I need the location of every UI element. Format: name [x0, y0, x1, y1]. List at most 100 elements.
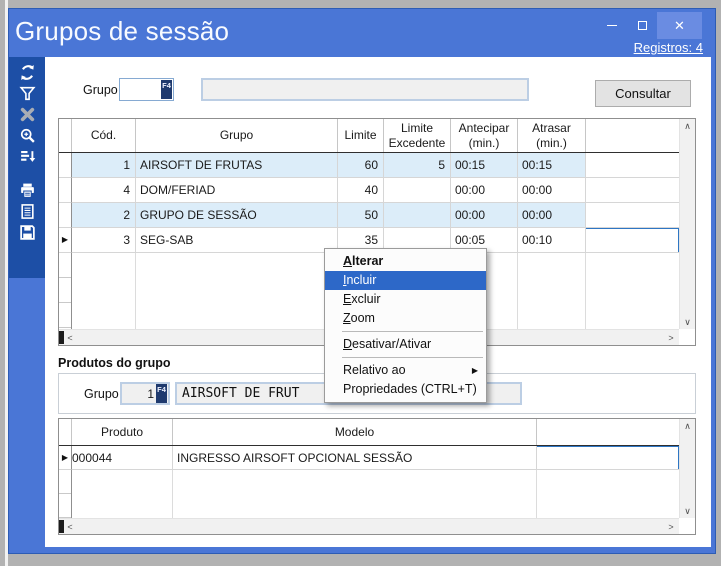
products-grupo-value: 1: [147, 387, 154, 401]
cell-antecipar: 00:00: [451, 178, 518, 203]
sidebar-filter-button[interactable]: [16, 83, 38, 104]
vertical-scrollbar[interactable]: ∧ ∨: [679, 119, 695, 329]
products-grid-header: Produto Modelo: [59, 419, 679, 446]
header-limite[interactable]: Limite: [338, 119, 384, 152]
menu-item-desativar-ativar[interactable]: Desativar/Ativar: [325, 335, 486, 354]
cell-limite: 60: [338, 153, 384, 178]
printer-icon: [19, 182, 36, 199]
sidebar-save-button[interactable]: [16, 222, 38, 243]
cell-limite: 40: [338, 178, 384, 203]
cell-grupo: GRUPO DE SESSÃO: [136, 203, 338, 228]
horizontal-scrollbar[interactable]: < >: [59, 518, 679, 534]
menu-separator: [342, 357, 483, 358]
grupo-label: Grupo: [83, 83, 118, 97]
grupo-name-field: [201, 78, 529, 101]
products-section-title: Produtos do grupo: [58, 356, 170, 370]
row-indicator-cell: [59, 153, 72, 178]
cell-atrasar: 00:00: [518, 178, 586, 203]
maximize-icon: [638, 21, 647, 30]
table-row[interactable]: 4 DOM/FERIAD 40 00:00 00:00: [59, 178, 679, 203]
header-gutter-cell: [59, 119, 72, 152]
f4-lookup-badge[interactable]: F4: [161, 80, 172, 99]
sidebar-refresh-button[interactable]: [16, 62, 38, 83]
header-limite-excedente[interactable]: LimiteExcedente: [384, 119, 451, 152]
scroll-right-icon[interactable]: >: [663, 520, 679, 534]
cell-produto: 000044: [72, 446, 173, 470]
menu-item-excluir[interactable]: Excluir: [325, 290, 486, 309]
f4-lookup-badge[interactable]: F4: [156, 384, 167, 403]
scrollbar-thumb[interactable]: [59, 331, 64, 344]
save-icon: [19, 224, 36, 241]
filter-icon: [19, 85, 36, 102]
products-grupo-label: Grupo: [84, 387, 119, 401]
products-grupo-input[interactable]: 1 F4: [120, 382, 170, 405]
sidebar-report-button[interactable]: [16, 201, 38, 222]
cell-cod: 1: [72, 153, 136, 178]
sidebar-sort-button[interactable]: [16, 146, 38, 167]
row-indicator-cell: ▶: [59, 446, 72, 470]
vertical-scrollbar[interactable]: ∧ ∨: [679, 419, 695, 518]
minimize-button[interactable]: [597, 12, 627, 39]
header-filler: [537, 419, 679, 445]
maximize-button[interactable]: [627, 12, 657, 39]
header-modelo[interactable]: Modelo: [173, 419, 537, 445]
sort-icon: [19, 148, 36, 165]
scroll-up-icon[interactable]: ∧: [680, 419, 696, 433]
cell-atrasar: 00:15: [518, 153, 586, 178]
row-indicator-icon: ▶: [62, 454, 68, 462]
consultar-button[interactable]: Consultar: [595, 80, 691, 107]
sidebar-print-button[interactable]: [16, 180, 38, 201]
groups-grid-header: Cód. Grupo Limite LimiteExcedente Anteci…: [59, 119, 679, 153]
close-icon: ✕: [674, 18, 685, 34]
header-cod[interactable]: Cód.: [72, 119, 136, 152]
row-indicator-cell: [59, 203, 72, 228]
menu-item-relativo-ao[interactable]: Relativo ao ▶: [325, 361, 486, 380]
row-indicator-cell: [59, 178, 72, 203]
sidebar-toolbar: [9, 57, 45, 278]
cell-limite-excedente: [384, 178, 451, 203]
header-grupo[interactable]: Grupo: [136, 119, 338, 152]
scroll-up-icon[interactable]: ∧: [680, 119, 696, 133]
cell-cod: 2: [72, 203, 136, 228]
grupo-code-input[interactable]: F4: [119, 78, 174, 101]
title-bar[interactable]: Grupos de sessão ✕ Registros: 4: [9, 9, 715, 57]
cell-atrasar: 00:10: [518, 228, 586, 253]
table-row[interactable]: 2 GRUPO DE SESSÃO 50 00:00 00:00: [59, 203, 679, 228]
sidebar-cancel-button[interactable]: [16, 104, 38, 125]
cell-limite-excedente: [384, 203, 451, 228]
cell-limite: 50: [338, 203, 384, 228]
cell-limite-excedente: 5: [384, 153, 451, 178]
row-indicator-icon: ▶: [62, 236, 68, 244]
table-row[interactable]: 1 AIRSOFT DE FRUTAS 60 5 00:15 00:15: [59, 153, 679, 178]
row-indicator-cell: ▶: [59, 228, 72, 253]
cell-cod: 4: [72, 178, 136, 203]
cell-cod: 3: [72, 228, 136, 253]
registros-link[interactable]: Registros: 4: [634, 40, 703, 55]
scroll-right-icon[interactable]: >: [663, 331, 679, 345]
window-controls: ✕: [597, 12, 702, 39]
scroll-down-icon[interactable]: ∨: [680, 504, 696, 518]
header-atrasar[interactable]: Atrasar(min.): [518, 119, 586, 152]
scrollbar-thumb[interactable]: [59, 520, 64, 533]
window-title: Grupos de sessão: [15, 16, 229, 47]
cell-atrasar: 00:00: [518, 203, 586, 228]
refresh-icon: [19, 64, 36, 81]
header-produto[interactable]: Produto: [72, 419, 173, 445]
menu-item-propriedades[interactable]: Propriedades (CTRL+T): [325, 380, 486, 399]
menu-separator: [342, 331, 483, 332]
header-antecipar[interactable]: Antecipar(min.): [451, 119, 518, 152]
products-grid-body: Produto Modelo ▶ 000044 INGRESSO AIRSOFT…: [59, 419, 679, 518]
menu-item-zoom[interactable]: Zoom: [325, 309, 486, 328]
products-grupo-name-value: AIRSOFT DE FRUT: [182, 386, 299, 401]
cancel-icon: [19, 106, 36, 123]
cell-grupo: DOM/FERIAD: [136, 178, 338, 203]
app-window: Grupos de sessão ✕ Registros: 4: [8, 8, 716, 554]
table-row-selected[interactable]: ▶ 000044 INGRESSO AIRSOFT OPCIONAL SESSÃ…: [59, 446, 679, 470]
close-button[interactable]: ✕: [657, 12, 702, 39]
menu-item-alterar[interactable]: Alterar: [325, 252, 486, 271]
cell-grupo: AIRSOFT DE FRUTAS: [136, 153, 338, 178]
scroll-down-icon[interactable]: ∨: [680, 315, 696, 329]
sidebar-zoom-button[interactable]: [16, 125, 38, 146]
menu-item-incluir[interactable]: Incluir: [325, 271, 486, 290]
products-grid: Produto Modelo ▶ 000044 INGRESSO AIRSOFT…: [58, 418, 696, 535]
